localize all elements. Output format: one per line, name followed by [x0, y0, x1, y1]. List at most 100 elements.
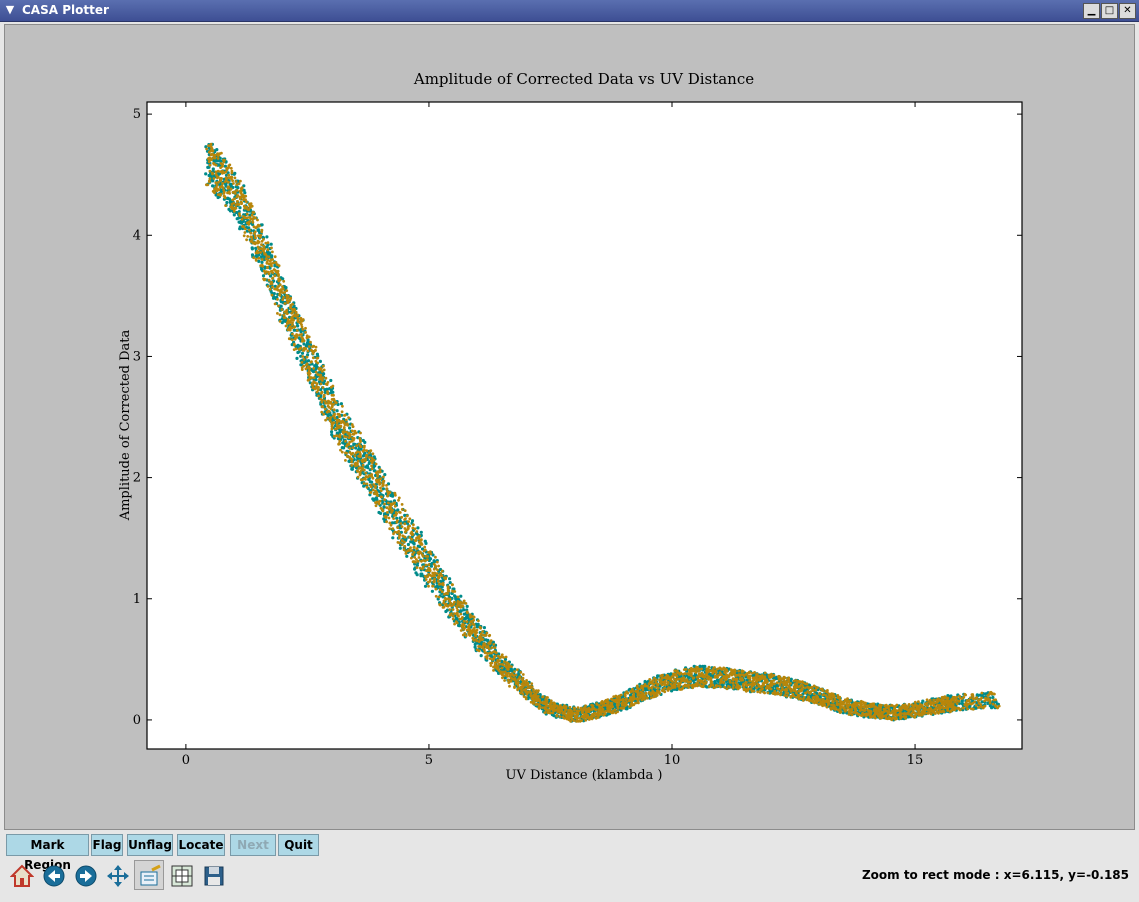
data-point — [306, 349, 310, 353]
data-point — [536, 694, 540, 698]
data-point — [252, 211, 256, 214]
data-point — [300, 351, 305, 355]
data-point — [558, 715, 562, 718]
data-point — [457, 623, 461, 628]
data-point — [430, 589, 434, 593]
data-point — [230, 207, 234, 211]
data-point — [326, 390, 329, 394]
data-point — [389, 523, 393, 527]
data-point — [344, 459, 347, 462]
data-point — [592, 714, 596, 718]
data-point — [388, 527, 392, 531]
data-point — [249, 202, 253, 206]
data-point — [323, 399, 327, 403]
data-point — [703, 664, 707, 669]
data-point — [490, 646, 494, 649]
data-point — [300, 325, 304, 329]
data-point — [359, 478, 363, 482]
data-point — [322, 368, 326, 372]
data-point — [421, 565, 425, 569]
data-point — [379, 511, 383, 515]
data-point — [439, 572, 442, 575]
data-point — [278, 278, 281, 281]
data-point — [421, 553, 424, 557]
data-point — [492, 669, 495, 672]
data-point — [532, 690, 536, 694]
data-point — [211, 149, 215, 153]
data-point — [271, 258, 274, 261]
data-point — [594, 708, 598, 712]
data-point — [284, 324, 288, 328]
data-point — [517, 681, 520, 684]
data-point — [584, 704, 587, 708]
data-point — [379, 477, 383, 481]
data-point — [599, 713, 603, 716]
data-point — [294, 310, 298, 314]
data-point — [374, 504, 378, 508]
data-point — [211, 172, 214, 176]
data-point — [598, 706, 602, 710]
data-point — [406, 542, 410, 547]
data-point — [400, 508, 404, 511]
data-point — [384, 514, 388, 518]
data-point — [261, 274, 266, 278]
data-point — [304, 363, 308, 367]
data-point — [471, 622, 475, 626]
data-point — [410, 549, 414, 552]
data-point — [472, 615, 476, 619]
data-point — [229, 187, 233, 191]
data-point — [654, 681, 658, 685]
data-point — [524, 697, 528, 701]
data-point — [351, 446, 355, 449]
data-point — [206, 183, 210, 187]
data-point — [631, 690, 635, 693]
data-point — [459, 600, 462, 604]
data-point — [648, 686, 651, 690]
data-point — [652, 682, 656, 686]
data-point — [434, 594, 438, 598]
data-point — [502, 656, 505, 659]
data-point — [374, 501, 377, 504]
data-point — [423, 559, 427, 563]
data-point — [307, 345, 311, 348]
data-point — [377, 500, 381, 504]
data-point — [342, 426, 346, 429]
data-point — [264, 257, 268, 261]
data-point — [332, 421, 336, 425]
data-point — [576, 712, 579, 716]
plot-canvas[interactable]: 0 5 10 15012345 Amplitude of Corrected Data… — [0, 0, 1139, 902]
data-point — [412, 523, 415, 527]
data-point — [674, 681, 677, 685]
data-point — [378, 482, 382, 485]
data-point — [404, 529, 408, 533]
data-point — [444, 609, 448, 614]
data-point — [587, 710, 591, 714]
data-point — [669, 682, 673, 686]
data-point — [296, 319, 300, 322]
data-point — [467, 631, 471, 635]
data-point — [380, 495, 384, 499]
data-point — [345, 444, 349, 448]
data-point — [216, 157, 220, 160]
data-point — [211, 167, 215, 171]
data-point — [320, 400, 324, 404]
data-point — [619, 693, 623, 697]
data-point — [513, 678, 517, 682]
data-point — [300, 319, 304, 323]
data-point — [250, 247, 254, 251]
data-point — [444, 576, 448, 579]
data-point — [315, 356, 319, 360]
data-point — [342, 421, 346, 424]
data-point — [339, 448, 342, 452]
data-point — [266, 266, 269, 270]
data-point — [273, 274, 277, 278]
data-point — [335, 434, 338, 438]
data-point — [227, 173, 231, 177]
data-point — [435, 560, 439, 564]
data-point — [219, 192, 223, 196]
data-point — [330, 424, 334, 428]
data-point — [414, 560, 417, 564]
data-point — [271, 277, 274, 280]
data-point — [353, 429, 357, 433]
data-point — [453, 594, 457, 598]
